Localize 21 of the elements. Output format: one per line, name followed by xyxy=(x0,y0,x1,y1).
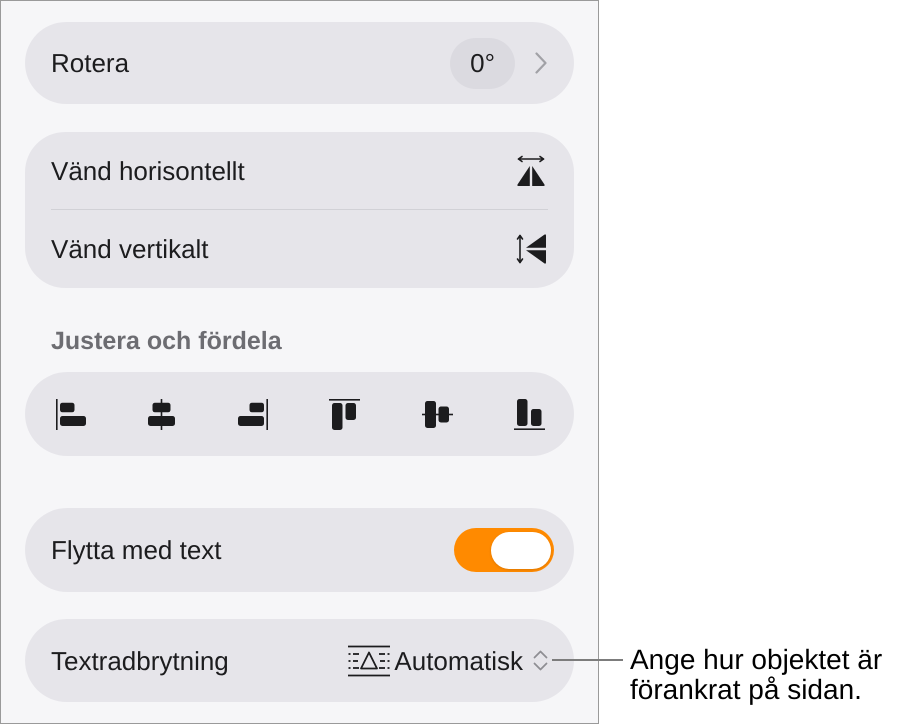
up-down-chevron-icon[interactable] xyxy=(533,650,548,671)
rotation-value[interactable]: 0° xyxy=(450,38,515,88)
align-left-icon[interactable] xyxy=(56,398,87,430)
toggle-switch[interactable] xyxy=(454,528,554,572)
align-right-icon[interactable] xyxy=(236,398,268,430)
align-top-icon[interactable] xyxy=(329,398,360,430)
text-wrap-value[interactable]: Automatisk xyxy=(394,644,523,676)
align-bottom-icon[interactable] xyxy=(514,398,545,430)
flip-option-label[interactable]: Vänd horisontellt xyxy=(51,154,516,186)
callout-text: Ange hur objektet är förankrat på sidan. xyxy=(630,645,884,705)
move-with-text-label: Flytta med text xyxy=(51,534,222,566)
align-center-icon[interactable] xyxy=(148,398,176,430)
align-middle-icon[interactable] xyxy=(422,398,453,430)
text-wrap-label: Textradbrytning xyxy=(51,644,230,676)
text-wrap-icon[interactable] xyxy=(348,644,390,676)
flip-option-label[interactable]: Vänd vertikalt xyxy=(51,233,516,265)
leader-line xyxy=(552,659,623,660)
flip-horizontal-icon[interactable] xyxy=(516,154,546,186)
section-heading: Justera och fördela xyxy=(51,326,283,356)
rotate-label[interactable]: Rotera xyxy=(51,47,450,79)
flip-vertical-icon[interactable] xyxy=(516,233,546,265)
